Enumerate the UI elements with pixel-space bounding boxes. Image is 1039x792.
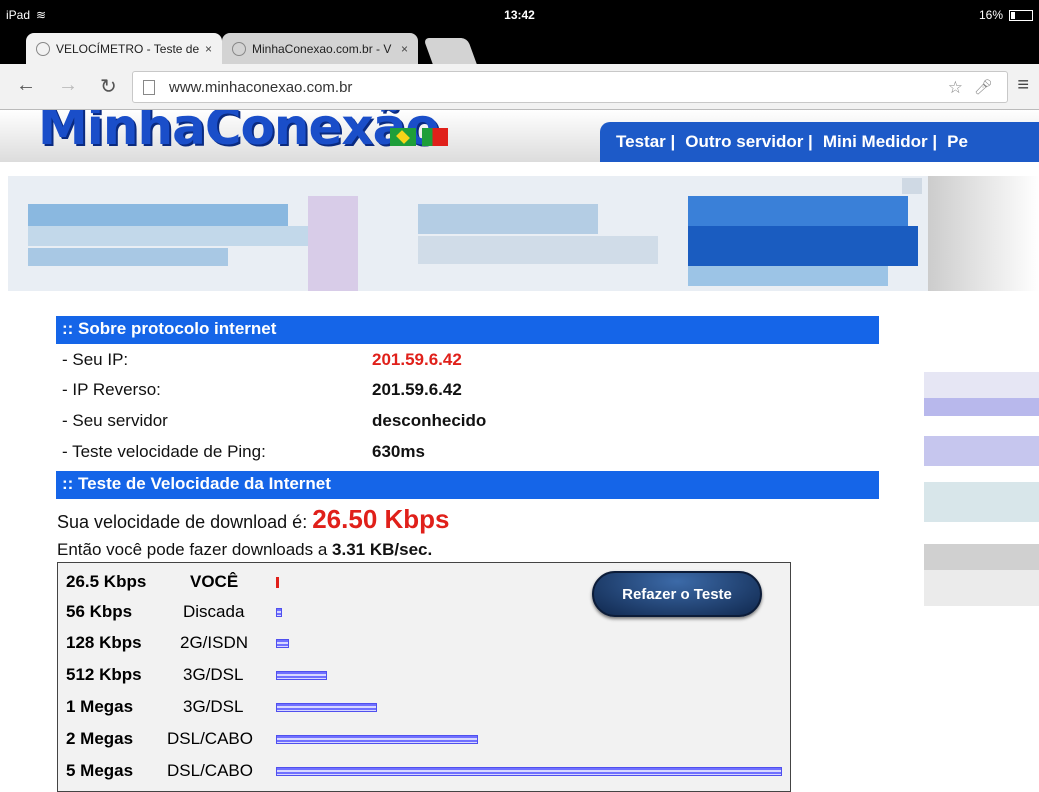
nav-testar[interactable]: Testar | [616,132,675,152]
ad-edge [928,176,1039,291]
nav-mini-medidor[interactable]: Mini Medidor | [823,132,937,152]
battery-percent: 16% [978,8,1003,22]
speed-bar [276,767,782,776]
nav-more[interactable]: Pe [947,132,968,152]
section-speed-header: :: Teste de Velocidade da Internet [56,471,879,499]
new-tab-button[interactable] [423,38,477,64]
brazil-flag-icon[interactable] [390,128,416,146]
speed-label: 2 Megas [66,729,134,748]
type-label: DSL/CABO [167,761,253,780]
blurred-side-ad[interactable] [924,372,1039,612]
speed-comparison-panel: 26.5 Kbps VOCÊ 56 Kbps Discada 128 Kbps … [57,562,791,792]
tab-title: MinhaConexao.com.br - V [252,41,392,56]
reverse-ip-value: 201.59.6.42 [372,380,462,399]
site-nav: Testar | Outro servidor | Mini Medidor |… [600,122,1039,162]
speed-label: 128 Kbps [66,633,142,652]
server-label: - Seu servidor [62,411,168,430]
speed-bar [276,671,327,680]
speed-label: 1 Megas [66,697,134,716]
type-label: 3G/DSL [183,665,244,684]
speed-bar [276,608,282,617]
type-label: 3G/DSL [183,697,244,716]
download-prefix: Sua velocidade de download é: [57,512,308,532]
type-label: VOCÊ [190,572,239,591]
speed-label: 56 Kbps [66,602,133,621]
globe-icon [232,41,246,56]
reload-icon[interactable]: ↻ [100,74,117,99]
globe-icon [36,41,50,56]
reverse-ip-label: - IP Reverso: [62,380,161,399]
menu-icon[interactable]: ≡ [1017,74,1029,97]
speed-label: 5 Megas [66,761,134,780]
section-protocol-header: :: Sobre protocolo internet [56,316,879,344]
type-label: Discada [183,602,245,621]
battery-icon [1009,9,1033,21]
ip-value: 201.59.6.42 [372,350,462,369]
speed-label: 26.5 Kbps [66,572,147,591]
portugal-flag-icon[interactable] [422,128,448,146]
download-rate-line: Então você pode fazer downloads a 3.31 K… [57,540,432,560]
ping-label: - Teste velocidade de Ping: [62,442,266,461]
close-icon[interactable]: × [401,42,408,56]
type-label: 2G/ISDN [180,633,249,652]
site-logo[interactable]: MinhaConexão [38,110,440,156]
downloads-value: 3.31 KB/sec. [332,540,433,559]
back-arrow-icon[interactable]: ← [16,74,36,97]
server-value: desconhecido [372,411,487,430]
address-bar[interactable]: www.minhaconexao.com.br ☆ 🎤︎ [132,71,1008,103]
type-label: DSL/CABO [167,729,253,748]
tab-velocimetro[interactable]: VELOCÍMETRO - Teste de × [26,33,222,64]
speed-label: 512 Kbps [66,665,142,684]
site-header: MinhaConexão Testar | Outro servidor | M… [0,110,1039,162]
ping-value: 630ms [372,442,425,461]
tab-title: VELOCÍMETRO - Teste de [56,41,199,56]
url-text: www.minhaconexao.com.br [169,78,353,96]
close-icon[interactable]: × [205,42,212,56]
speed-bar [276,735,479,744]
tab-minhaconexao[interactable]: MinhaConexao.com.br - V × [222,33,418,64]
page-icon [143,79,155,95]
blurred-ad-banner[interactable] [8,176,928,291]
microphone-icon[interactable]: 🎤︎ [974,78,993,96]
speed-bar [276,639,289,648]
nav-outro-servidor[interactable]: Outro servidor | [685,132,813,152]
speed-bar [276,703,378,712]
download-value: 26.50 Kbps [312,504,450,534]
redo-test-button[interactable]: Refazer o Teste [592,571,762,617]
downloads-prefix: Então você pode fazer downloads a [57,540,328,559]
browser-toolbar: ← → ↻ www.minhaconexao.com.br ☆ 🎤︎ ≡ [0,64,1039,110]
ip-label: - Seu IP: [62,350,129,369]
speed-bar [276,577,279,588]
browser-tab-strip: VELOCÍMETRO - Teste de × MinhaConexao.co… [0,30,1039,64]
bookmark-star-icon[interactable]: ☆ [948,78,963,98]
download-speed-line: Sua velocidade de download é: 26.50 Kbps [57,504,450,535]
ios-status-bar: iPad ≋ 13:42 16% [0,0,1039,30]
clock: 13:42 [504,8,535,22]
forward-arrow-icon[interactable]: → [58,74,78,97]
